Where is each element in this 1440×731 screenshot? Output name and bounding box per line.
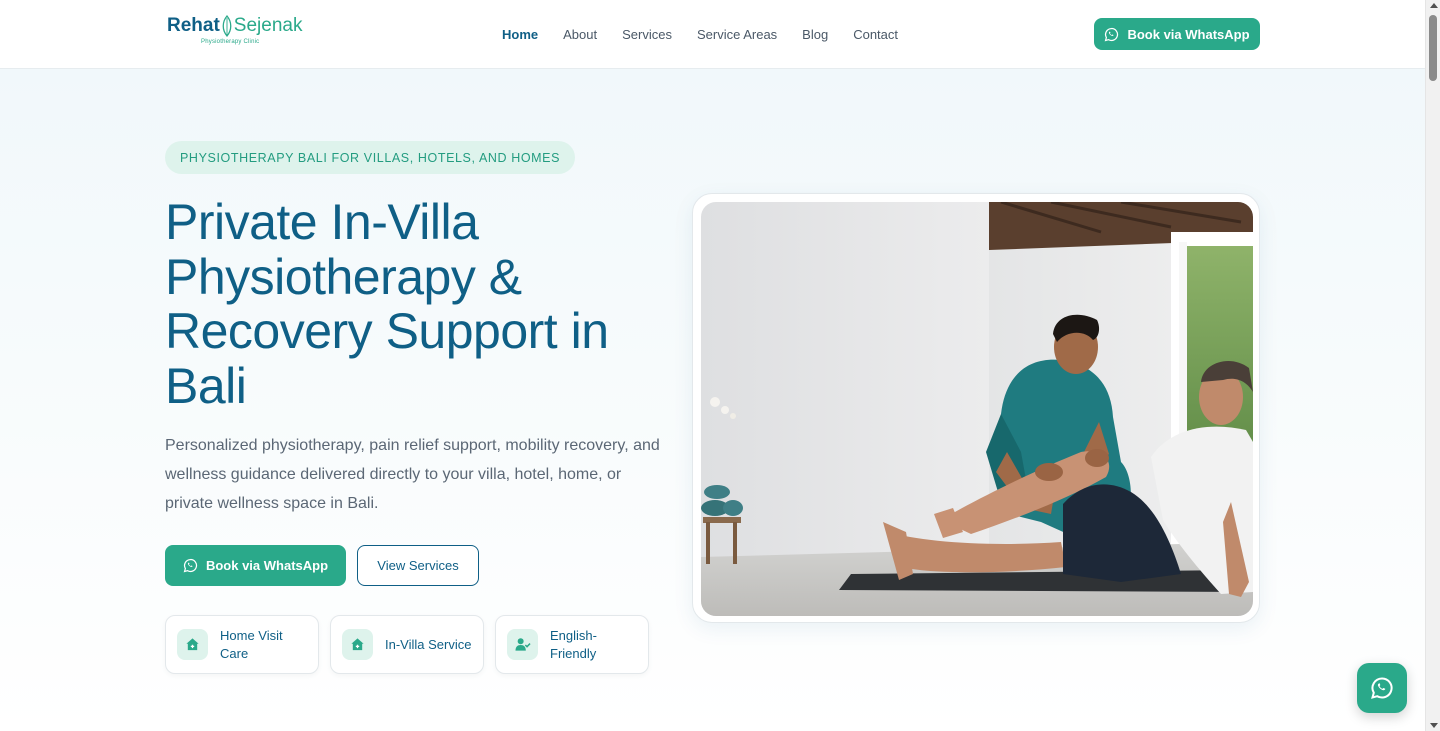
hero-description: Personalized physiotherapy, pain relief … [165,437,660,512]
home-plus-icon [351,638,364,651]
feature-label: English-Friendly [550,627,597,661]
scroll-down-arrow-icon[interactable] [1430,723,1438,728]
hero-whatsapp-button[interactable]: Book via WhatsApp [165,545,346,586]
header-whatsapp-button[interactable]: Book via WhatsApp [1094,18,1260,50]
feature-home-visit: Home Visit Care [165,615,319,674]
whatsapp-icon [1105,27,1119,41]
floating-whatsapp-button[interactable] [1357,663,1407,713]
logo-text-sejenak: Sejenak [233,15,303,36]
hero-title: Private In-Villa Physiotherapy & Recover… [165,194,609,414]
nav-blog[interactable]: Blog [802,26,828,43]
nav-contact[interactable]: Contact [853,26,898,43]
page-scrollbar[interactable] [1425,0,1440,731]
main-nav: Home About Services Service Areas Blog C… [502,26,898,43]
scrollbar-thumb[interactable] [1429,15,1437,81]
site-header: Rehat Sejenak Physiotherapy Clinic Home … [0,0,1425,69]
user-check-icon [515,638,531,651]
physiotherapy-session-photo [701,202,1253,616]
nav-services[interactable]: Services [622,26,672,43]
hero-image-card [692,193,1260,623]
header-whatsapp-label: Book via WhatsApp [1127,26,1250,42]
feature-label: Home Visit Care [220,627,283,661]
hero-whatsapp-label: Book via WhatsApp [205,558,329,573]
nav-home[interactable]: Home [502,26,538,43]
scroll-up-arrow-icon[interactable] [1430,3,1438,8]
feature-in-villa: In-Villa Service [330,615,484,674]
whatsapp-icon [183,558,198,573]
nav-about[interactable]: About [563,26,597,43]
whatsapp-icon [1371,677,1393,699]
logo[interactable]: Rehat Sejenak Physiotherapy Clinic [167,14,307,54]
feature-english: English-Friendly [495,615,649,674]
logo-tagline: Physiotherapy Clinic [201,39,260,45]
logo-text-rehat: Rehat [167,15,220,36]
hero-eyebrow-badge: PHYSIOTHERAPY BALI FOR VILLAS, HOTELS, A… [165,141,576,174]
view-services-button[interactable]: View Services [357,545,479,586]
home-icon [186,638,199,651]
nav-service-areas[interactable]: Service Areas [697,26,777,43]
feature-label: In-Villa Service [385,636,472,652]
leaf-icon [222,15,232,37]
